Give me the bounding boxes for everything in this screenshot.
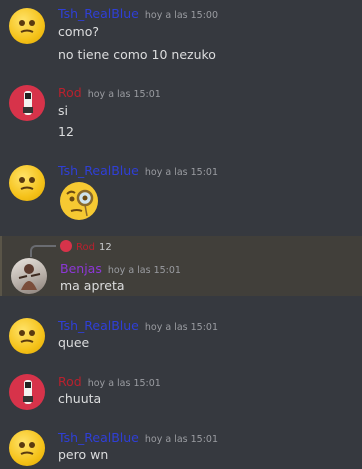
message-text: no tiene como 10 nezuko xyxy=(58,47,216,62)
author-name[interactable]: Tsh_RealBlue xyxy=(58,318,139,333)
avatar[interactable] xyxy=(9,165,45,201)
message-header: Rod hoy a las 15:01 xyxy=(58,374,161,389)
avatar[interactable] xyxy=(9,8,45,44)
reply-preview[interactable]: Rod 12 xyxy=(60,240,112,253)
message-text: pero wn xyxy=(58,447,109,462)
avatar[interactable] xyxy=(9,374,45,410)
message-group-highlighted: Rod 12 Benjas hoy a las 15:01 ma apreta xyxy=(0,236,362,296)
message-text: chuuta xyxy=(58,391,102,406)
timestamp: hoy a las 15:01 xyxy=(144,167,218,178)
reply-author: Rod xyxy=(76,242,95,253)
message-text: 12 xyxy=(58,124,74,139)
author-name[interactable]: Rod xyxy=(58,85,82,100)
author-name[interactable]: Rod xyxy=(58,374,82,389)
reply-text: 12 xyxy=(98,242,112,253)
message-group: Tsh_RealBlue hoy a las 15:00 como? no tie… xyxy=(0,6,362,66)
message-header: Tsh_RealBlue hoy a las 15:00 xyxy=(58,6,218,21)
face-with-monocle-icon xyxy=(58,180,100,222)
timestamp: hoy a las 15:01 xyxy=(107,265,181,276)
author-name[interactable]: Tsh_RealBlue xyxy=(58,163,139,178)
message-group: Rod hoy a las 15:01 si 12 xyxy=(0,85,362,145)
message-text: quee xyxy=(58,335,90,350)
timestamp: hoy a las 15:01 xyxy=(144,322,218,333)
reply-connector xyxy=(30,245,56,257)
author-name[interactable]: Tsh_RealBlue xyxy=(58,430,139,445)
message-header: Tsh_RealBlue hoy a las 15:01 xyxy=(58,318,218,333)
message-header: Tsh_RealBlue hoy a las 15:01 xyxy=(58,430,218,445)
timestamp: hoy a las 15:01 xyxy=(87,378,161,389)
message-group: Tsh_RealBlue hoy a las 15:01 quee xyxy=(0,318,362,358)
timestamp: hoy a las 15:01 xyxy=(87,89,161,100)
avatar[interactable] xyxy=(9,85,45,121)
timestamp: hoy a las 15:01 xyxy=(144,434,218,445)
avatar[interactable] xyxy=(9,430,45,466)
message-header: Benjas hoy a las 15:01 xyxy=(60,261,181,276)
avatar[interactable] xyxy=(11,258,47,294)
message-text: si xyxy=(58,103,68,118)
message-header: Rod hoy a las 15:01 xyxy=(58,85,161,100)
message-group: Tsh_RealBlue hoy a las 15:01 pero wn xyxy=(0,430,362,468)
author-name[interactable]: Tsh_RealBlue xyxy=(58,6,139,21)
message-group: Tsh_RealBlue hoy a las 15:01 xyxy=(0,163,362,225)
avatar[interactable] xyxy=(9,318,45,354)
message-text: ma apreta xyxy=(60,278,125,293)
reply-avatar xyxy=(60,240,72,252)
author-name[interactable]: Benjas xyxy=(60,261,102,276)
message-group: Rod hoy a las 15:01 chuuta xyxy=(0,374,362,414)
message-text: como? xyxy=(58,24,99,39)
message-header: Tsh_RealBlue hoy a las 15:01 xyxy=(58,163,218,178)
timestamp: hoy a las 15:00 xyxy=(144,10,218,21)
